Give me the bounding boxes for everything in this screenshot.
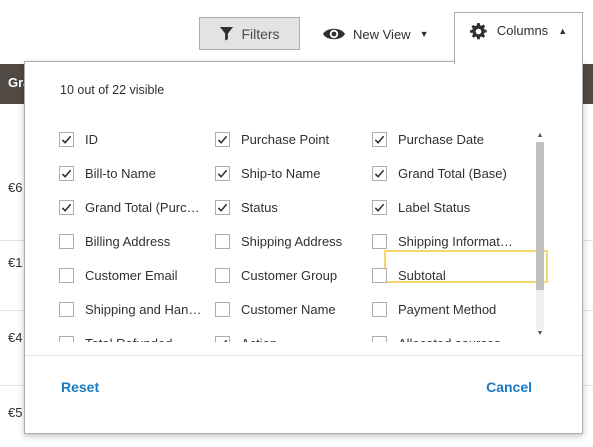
column-checkbox[interactable] <box>215 165 230 181</box>
column-option[interactable]: Ship-to Name <box>215 160 320 186</box>
column-option[interactable]: Subtotal <box>372 262 446 288</box>
column-option[interactable]: Grand Total (Purc… <box>59 194 200 220</box>
funnel-icon <box>220 26 234 41</box>
column-option-label: Purchase Date <box>398 131 484 147</box>
column-option-label: Subtotal <box>398 267 446 283</box>
column-option[interactable]: Status <box>215 194 278 220</box>
column-option-label: Shipping Address <box>241 233 343 249</box>
grid-cell: €6 <box>8 180 23 195</box>
column-option-label: Label Status <box>398 199 471 215</box>
column-option[interactable]: Purchase Point <box>215 126 329 152</box>
column-option-label: Ship-to Name <box>241 165 321 181</box>
column-option[interactable]: Total Refunded <box>59 330 172 342</box>
column-checkbox[interactable] <box>372 267 387 283</box>
column-option-label: Purchase Point <box>241 131 330 147</box>
cancel-button[interactable]: Cancel <box>486 379 532 395</box>
column-option-label: Shipping Informat… <box>398 233 513 249</box>
column-option-label: Customer Group <box>241 267 338 283</box>
column-checkbox[interactable] <box>215 199 230 215</box>
column-option-label: Action <box>241 336 277 343</box>
column-option[interactable]: Customer Group <box>215 262 337 288</box>
column-option[interactable]: ID <box>59 126 98 152</box>
column-option[interactable]: Customer Name <box>215 296 336 322</box>
column-checkbox[interactable] <box>372 165 387 181</box>
view-dropdown-label: New View <box>353 26 411 42</box>
filters-button[interactable]: Filters <box>199 17 300 50</box>
column-option-label: Billing Address <box>85 233 171 249</box>
column-checkbox[interactable] <box>59 301 74 317</box>
column-option[interactable]: Shipping Informat… <box>372 228 513 254</box>
grid-cell: €5 <box>8 405 23 420</box>
columns-button-label: Columns <box>496 23 549 38</box>
column-checkbox[interactable] <box>59 233 74 249</box>
column-option[interactable]: Grand Total (Base) <box>372 160 507 186</box>
columns-button[interactable]: Columns ▲ <box>454 12 583 64</box>
column-option[interactable]: Customer Email <box>59 262 177 288</box>
column-checkbox[interactable] <box>215 131 230 147</box>
grid-toolbar: Filters New View ▼ Columns ▲ <box>0 0 593 64</box>
column-option-label: Payment Method <box>398 301 497 317</box>
columns-scrollbar[interactable]: ▲ ▼ <box>534 132 546 342</box>
column-checkbox[interactable] <box>372 301 387 317</box>
columns-popup: 10 out of 22 visible ID Purchase Point Pur… <box>24 61 583 434</box>
column-option-label: Shipping and Han… <box>85 301 202 317</box>
filters-button-label: Filters <box>241 25 280 42</box>
column-checkbox[interactable] <box>215 335 230 342</box>
popup-divider <box>25 355 582 356</box>
caret-down-icon: ▼ <box>419 29 429 39</box>
view-dropdown[interactable]: New View ▼ <box>322 20 428 48</box>
column-option[interactable]: Bill-to Name <box>59 160 156 186</box>
scroll-up-icon[interactable]: ▲ <box>534 132 546 142</box>
column-option[interactable]: Allocated sources <box>372 330 501 342</box>
columns-list: ID Purchase Point Purchase Date Bill-to Nam… <box>49 122 548 342</box>
column-option[interactable]: Payment Method <box>372 296 496 322</box>
column-option-label: ID <box>85 131 98 147</box>
column-option-label: Customer Email <box>85 267 178 283</box>
column-option[interactable]: Purchase Date <box>372 126 484 152</box>
column-option[interactable]: Action <box>215 330 277 342</box>
caret-up-icon: ▲ <box>558 26 568 36</box>
grid-cell: €1 <box>8 255 23 270</box>
column-option-label: Grand Total (Purc… <box>85 199 200 215</box>
eye-icon <box>323 28 345 40</box>
column-checkbox[interactable] <box>59 131 74 147</box>
column-option-label: Allocated sources <box>398 336 501 343</box>
column-option[interactable]: Shipping Address <box>215 228 342 254</box>
column-option[interactable]: Billing Address <box>59 228 170 254</box>
column-checkbox[interactable] <box>372 335 387 342</box>
column-checkbox[interactable] <box>372 131 387 147</box>
gear-icon <box>469 23 487 40</box>
column-option-label: Status <box>241 199 278 215</box>
visible-count: 10 out of 22 visible <box>60 83 165 97</box>
column-checkbox[interactable] <box>59 165 74 181</box>
column-checkbox[interactable] <box>372 199 387 215</box>
scroll-thumb[interactable] <box>536 142 544 290</box>
column-checkbox[interactable] <box>215 233 230 249</box>
column-option-label: Total Refunded <box>85 336 172 343</box>
column-checkbox[interactable] <box>372 233 387 249</box>
column-checkbox[interactable] <box>215 267 230 283</box>
column-option[interactable]: Shipping and Han… <box>59 296 201 322</box>
column-option[interactable]: Label Status <box>372 194 470 220</box>
grid-cell: €4 <box>8 330 23 345</box>
reset-button[interactable]: Reset <box>61 379 99 395</box>
column-option-label: Bill-to Name <box>85 165 156 181</box>
column-checkbox[interactable] <box>215 301 230 317</box>
scroll-down-icon[interactable]: ▼ <box>534 330 546 340</box>
column-option-label: Grand Total (Base) <box>398 165 507 181</box>
column-checkbox[interactable] <box>59 267 74 283</box>
column-checkbox[interactable] <box>59 335 74 342</box>
column-checkbox[interactable] <box>59 199 74 215</box>
column-option-label: Customer Name <box>241 301 336 317</box>
